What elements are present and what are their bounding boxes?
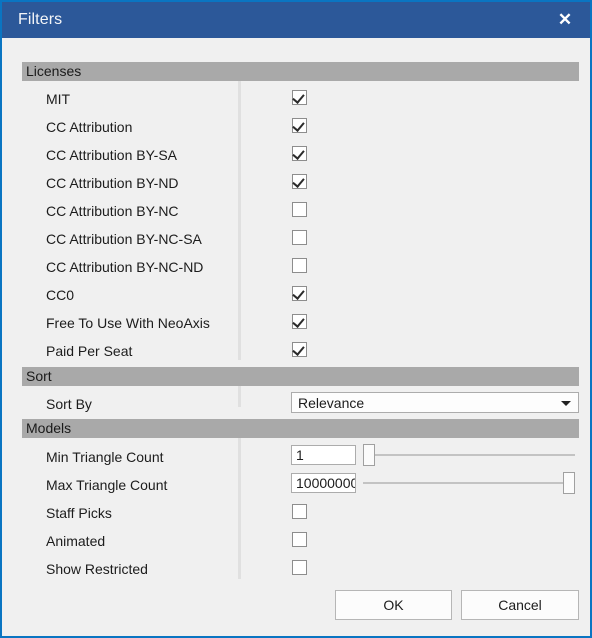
label-cc-attribution: CC Attribution — [46, 119, 133, 135]
min-triangle-count-input[interactable] — [291, 445, 356, 465]
sort-by-value: Relevance — [298, 395, 365, 411]
column-divider-licenses — [238, 65, 241, 360]
label-free-to-use-with-neoaxis: Free To Use With NeoAxis — [46, 315, 210, 331]
slider-thumb[interactable] — [363, 444, 375, 466]
checkbox-paid-per-seat[interactable] — [292, 342, 307, 357]
checkbox-animated[interactable] — [292, 532, 307, 547]
section-header-models: Models — [22, 419, 579, 438]
slider-track — [363, 482, 575, 484]
section-header-licenses: Licenses — [22, 62, 579, 81]
checkbox-show-restricted[interactable] — [292, 560, 307, 575]
min-triangle-count-slider[interactable] — [363, 444, 575, 466]
checkbox-free-to-use-with-neoaxis[interactable] — [292, 314, 307, 329]
checkbox-cc-attribution-by-sa[interactable] — [292, 146, 307, 161]
dialog-titlebar: Filters ✕ — [2, 2, 590, 38]
label-cc-attribution-by-nc-nd: CC Attribution BY-NC-ND — [46, 259, 204, 275]
label-min-triangle-count: Min Triangle Count — [46, 449, 164, 465]
checkbox-staff-picks[interactable] — [292, 504, 307, 519]
dialog-content: Licenses MIT CC Attribution CC Attributi… — [2, 38, 590, 636]
checkbox-cc-attribution-by-nc-sa[interactable] — [292, 230, 307, 245]
checkbox-cc-attribution-by-nc-nd[interactable] — [292, 258, 307, 273]
section-header-sort: Sort — [22, 367, 579, 386]
ok-button[interactable]: OK — [335, 590, 452, 620]
dialog-title: Filters — [18, 11, 63, 28]
label-cc-attribution-by-nc: CC Attribution BY-NC — [46, 203, 179, 219]
label-cc0: CC0 — [46, 287, 75, 303]
sort-by-dropdown[interactable]: Relevance — [291, 392, 579, 413]
label-sort-by: Sort By — [46, 396, 92, 412]
label-cc-attribution-by-nd: CC Attribution BY-ND — [46, 175, 179, 191]
checkbox-cc0[interactable] — [292, 286, 307, 301]
chevron-down-icon — [561, 401, 571, 406]
label-paid-per-seat: Paid Per Seat — [46, 343, 133, 359]
filters-dialog: Filters ✕ Licenses MIT CC Attribution CC… — [0, 0, 592, 638]
label-max-triangle-count: Max Triangle Count — [46, 477, 168, 493]
label-animated: Animated — [46, 533, 106, 549]
label-mit: MIT — [46, 91, 71, 107]
checkbox-cc-attribution-by-nc[interactable] — [292, 202, 307, 217]
label-show-restricted: Show Restricted — [46, 561, 148, 577]
close-icon[interactable]: ✕ — [552, 8, 578, 32]
label-cc-attribution-by-nc-sa: CC Attribution BY-NC-SA — [46, 231, 202, 247]
cancel-button[interactable]: Cancel — [461, 590, 579, 620]
label-staff-picks: Staff Picks — [46, 505, 112, 521]
slider-track — [363, 454, 575, 456]
slider-thumb[interactable] — [563, 472, 575, 494]
checkbox-cc-attribution[interactable] — [292, 118, 307, 133]
column-divider-models — [238, 431, 241, 579]
checkbox-mit[interactable] — [292, 90, 307, 105]
label-cc-attribution-by-sa: CC Attribution BY-SA — [46, 147, 177, 163]
max-triangle-count-slider[interactable] — [363, 472, 575, 494]
max-triangle-count-input[interactable] — [291, 473, 356, 493]
checkbox-cc-attribution-by-nd[interactable] — [292, 174, 307, 189]
